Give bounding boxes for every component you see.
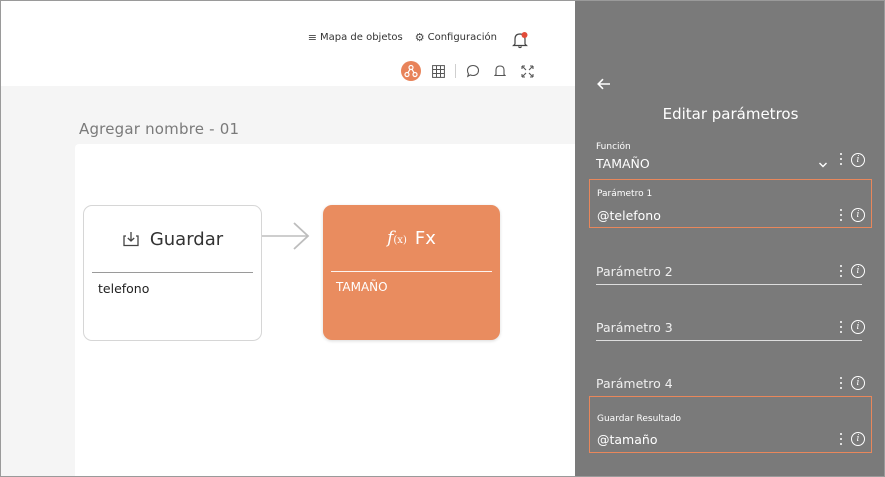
tool-expand[interactable] bbox=[517, 61, 537, 81]
save-result-field[interactable]: Guardar Resultado @tamaño i bbox=[589, 396, 872, 453]
save-node-header: Guardar bbox=[84, 226, 261, 252]
parameter-4-placeholder: Parámetro 4 bbox=[596, 376, 673, 391]
top-nav: ≡ Mapa de objetos ⚙ Configuración bbox=[308, 31, 497, 44]
parameter-4-info-icon[interactable]: i bbox=[851, 376, 865, 390]
top-bar: ≡ Mapa de objetos ⚙ Configuración bbox=[1, 1, 575, 86]
save-result-options-button[interactable] bbox=[838, 433, 844, 447]
function-node-value: TAMAÑO bbox=[336, 280, 388, 294]
notifications-button[interactable] bbox=[512, 31, 528, 49]
canvas-toolbar bbox=[401, 60, 544, 82]
download-box-icon bbox=[123, 232, 139, 247]
parameter-2-info-icon[interactable]: i bbox=[851, 264, 865, 278]
function-options-button[interactable] bbox=[838, 153, 844, 167]
parameter-1-info-icon[interactable]: i bbox=[851, 208, 865, 222]
object-map-label: Mapa de objetos bbox=[319, 32, 403, 43]
hamburger-icon: ≡ bbox=[307, 31, 317, 44]
function-value: TAMAÑO bbox=[596, 156, 650, 171]
flow-name[interactable]: Agregar nombre - 01 bbox=[79, 120, 239, 138]
tool-flow[interactable] bbox=[401, 61, 421, 81]
parameter-2-options-button[interactable] bbox=[838, 265, 844, 279]
function-node[interactable]: f(x) Fx TAMAÑO bbox=[323, 205, 500, 340]
app-window: ≡ Mapa de objetos ⚙ Configuración Agrega… bbox=[0, 0, 885, 477]
save-node-value: telefono bbox=[98, 281, 150, 296]
function-icon: f(x) bbox=[387, 228, 407, 248]
settings-label: Configuración bbox=[427, 32, 497, 43]
bell-outline-icon bbox=[494, 65, 506, 77]
info-glyph: i bbox=[856, 322, 860, 332]
parameter-2-underline bbox=[596, 284, 862, 285]
toolbar-divider bbox=[455, 64, 456, 78]
parameter-3-underline bbox=[596, 340, 862, 341]
arrow-left-icon bbox=[597, 78, 610, 90]
save-node-divider bbox=[92, 272, 253, 273]
function-label: Función bbox=[596, 142, 631, 152]
function-node-title: Fx bbox=[414, 227, 436, 249]
save-result-label: Guardar Resultado bbox=[597, 414, 682, 424]
parameter-2-field[interactable]: Parámetro 2 i bbox=[589, 256, 872, 288]
bell-icon bbox=[512, 32, 528, 49]
save-node-title: Guardar bbox=[149, 228, 224, 250]
parameter-3-placeholder: Parámetro 3 bbox=[596, 320, 673, 335]
parameter-1-field[interactable]: Parámetro 1 @telefono i bbox=[589, 179, 872, 228]
info-glyph: i bbox=[856, 434, 860, 444]
edit-parameters-panel: Editar parámetros Función TAMAÑO i Parám… bbox=[575, 1, 884, 476]
info-glyph: i bbox=[856, 378, 860, 388]
tool-notify[interactable] bbox=[490, 61, 510, 81]
parameter-1-options-button[interactable] bbox=[838, 209, 844, 223]
back-button[interactable] bbox=[596, 76, 612, 92]
function-info-icon[interactable]: i bbox=[851, 153, 865, 167]
info-glyph: i bbox=[856, 266, 860, 276]
comment-icon bbox=[466, 64, 480, 78]
parameter-1-label: Parámetro 1 bbox=[597, 189, 653, 199]
connector-arrow bbox=[262, 222, 310, 250]
flow-icon bbox=[404, 64, 418, 78]
chevron-down-icon bbox=[819, 162, 827, 168]
expand-icon bbox=[520, 64, 534, 78]
parameter-1-value[interactable]: @telefono bbox=[597, 208, 661, 223]
parameter-2-placeholder: Parámetro 2 bbox=[596, 264, 673, 279]
settings-link[interactable]: ⚙ Configuración bbox=[415, 31, 497, 44]
parameter-3-info-icon[interactable]: i bbox=[851, 320, 865, 334]
function-select[interactable]: Función TAMAÑO i bbox=[589, 139, 872, 179]
function-glyph-sub: (x) bbox=[393, 235, 407, 246]
object-map-link[interactable]: ≡ Mapa de objetos bbox=[308, 31, 403, 44]
info-glyph: i bbox=[856, 155, 860, 165]
tool-grid[interactable] bbox=[428, 61, 448, 81]
gear-icon: ⚙ bbox=[414, 31, 425, 44]
parameter-4-field[interactable]: Parámetro 4 i bbox=[589, 368, 872, 396]
function-node-header: f(x) Fx bbox=[323, 225, 500, 251]
parameter-3-options-button[interactable] bbox=[838, 321, 844, 335]
grid-icon bbox=[431, 64, 445, 78]
save-node[interactable]: Guardar telefono bbox=[83, 205, 262, 341]
save-result-value[interactable]: @tamaño bbox=[597, 432, 657, 447]
tool-comment[interactable] bbox=[463, 61, 483, 81]
parameter-3-field[interactable]: Parámetro 3 i bbox=[589, 312, 872, 344]
info-glyph: i bbox=[856, 210, 860, 220]
function-node-divider bbox=[331, 271, 492, 272]
parameter-4-options-button[interactable] bbox=[838, 377, 844, 391]
save-result-info-icon[interactable]: i bbox=[851, 432, 865, 446]
panel-title: Editar parámetros bbox=[662, 105, 799, 123]
